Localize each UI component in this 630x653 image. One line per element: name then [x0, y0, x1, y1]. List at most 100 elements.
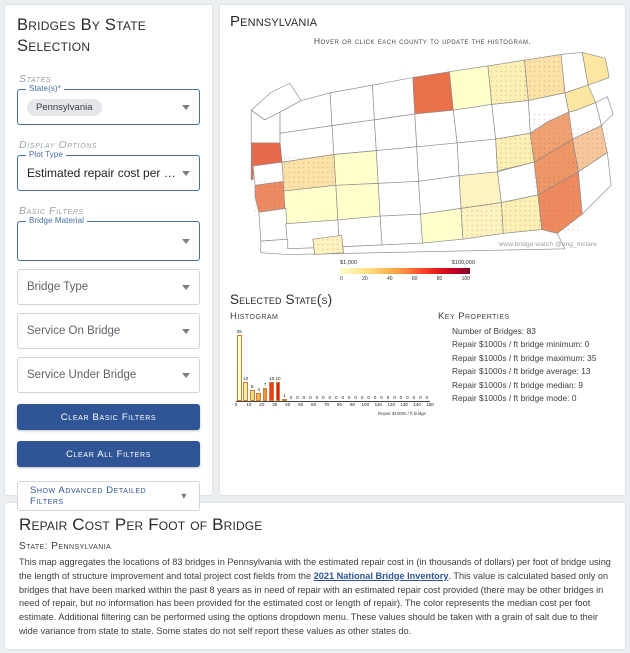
colorbar-right-label: $100,000 — [451, 260, 475, 266]
histogram-x-tick: 120 — [387, 402, 396, 407]
colorbar-left-label: $1,000 — [340, 260, 358, 266]
map-watermark: www.bridge.watch @eng_mclare — [498, 241, 597, 248]
histogram-x-tick: 60 — [311, 402, 317, 407]
histogram-bar-value: 10 — [275, 376, 281, 382]
histogram-bar[interactable] — [256, 393, 261, 401]
histogram-x-tick: 50 — [298, 402, 304, 407]
histogram-bar-value: 0 — [289, 394, 293, 400]
show-advanced-filters-button[interactable]: Show Advanced Detailed Filters ▾ — [17, 481, 200, 512]
histogram-x-tick: 80 — [336, 402, 343, 407]
histogram-bar[interactable] — [262, 387, 268, 401]
map-title: Pennsylvania — [230, 13, 318, 30]
histogram-bar[interactable] — [249, 389, 255, 401]
chevron-down-icon[interactable] — [182, 104, 190, 110]
histogram-bar-slot: 0 — [424, 324, 430, 401]
clear-all-filters-button[interactable]: Clear All Filters — [17, 441, 200, 468]
plot-type-select[interactable]: Plot Type Estimated repair cost per foot… — [17, 150, 200, 192]
chevron-down-icon[interactable] — [182, 170, 190, 176]
histogram-bar-value: 35 — [236, 328, 242, 334]
page-title: Bridges By State Selection — [17, 16, 147, 56]
histogram-x-tick: 0 — [234, 402, 238, 407]
map-subtitle: Hover or click each county to update the… — [313, 36, 532, 46]
description-state-line: State: Pennsylvania — [19, 541, 112, 552]
service-under-bridge-value: Service Under Bridge — [27, 369, 137, 382]
histogram-bar[interactable] — [269, 382, 274, 401]
colorbar-ticks: 0 20 40 60 80 100 — [340, 276, 470, 282]
chevron-down-icon[interactable] — [182, 238, 190, 244]
state-chip-pennsylvania[interactable]: Pennsylvania — [27, 98, 102, 116]
histogram-x-tick: 110 — [374, 402, 382, 407]
histogram-x-axis: 0 10 20 30 40 50 60 70 80 90 100 110 120 130 140 150 — [234, 402, 434, 410]
colorbar-tick: 60 — [411, 276, 418, 282]
histogram-bar-value: 10 — [243, 376, 249, 382]
histogram-bar-value: 0 — [315, 394, 319, 400]
histogram-x-tick: 90 — [349, 402, 355, 407]
states-select[interactable]: State(s)* Pennsylvania — [17, 84, 200, 126]
colorbar-gradient — [340, 268, 470, 274]
histogram-bar-value: 0 — [373, 394, 377, 400]
service-on-bridge-select[interactable]: Service On Bridge — [17, 313, 200, 350]
service-on-bridge-value: Service On Bridge — [27, 325, 121, 338]
histogram-bar-value: 0 — [425, 394, 429, 400]
pennsylvania-county-map[interactable]: www.bridge.watch @eng_mclare — [230, 48, 615, 260]
key-property: Repair $1000s / ft bridge maximum: 35 — [452, 352, 597, 363]
colorbar-tick: 100 — [461, 276, 470, 282]
chevron-down-icon[interactable] — [182, 284, 190, 290]
histogram-bar-value: 6 — [250, 383, 254, 389]
chevron-down-icon[interactable] — [182, 372, 190, 378]
key-property: Repair $1000s / ft bridge mode: 0 — [452, 393, 577, 403]
key-property: Repair $1000s / ft bridge minimum: 0 — [452, 339, 590, 349]
histogram-chart[interactable]: 35 10 6 4 7 10 10 1 0 0 0 0 0 0 0 0 0 0 0 0 0 0 0 0 0 0 0 0 0 0 0 10 20… — [230, 324, 434, 416]
nbi-link[interactable]: 2021 National Bridge Inventory — [314, 571, 449, 581]
histogram-bar[interactable] — [236, 335, 242, 401]
bridge-material-select[interactable]: Bridge Material — [17, 216, 200, 262]
histogram-heading: Histogram — [230, 311, 279, 322]
map-svg[interactable] — [230, 48, 615, 260]
histogram-bar-value: 0 — [328, 394, 332, 400]
histogram-bar[interactable] — [243, 382, 249, 401]
histogram-plot: 35 10 6 4 7 10 10 1 0 0 0 0 0 0 0 0 0 0 0 0 0 0 0 0 0 0 0 0 0 0 — [236, 324, 430, 402]
histogram-x-tick: 70 — [323, 402, 330, 407]
description-title: Repair Cost Per Foot of Bridge — [19, 515, 263, 534]
chevron-down-icon[interactable] — [182, 328, 190, 334]
map-panel: Pennsylvania Hover or click each county … — [219, 4, 626, 496]
colorbar-tick: 20 — [362, 276, 368, 282]
histogram-bar-value: 0 — [386, 394, 390, 400]
colorbar-tick: 40 — [386, 276, 393, 282]
map-colorbar: $1,000 $100,000 0 20 40 60 80 100 — [340, 260, 475, 290]
histogram-column: Histogram 35 10 6 4 7 10 10 1 0 0 0 0 0 0 0 0 0 0 0 0 0 0 0 0 0 0… — [230, 311, 434, 416]
histogram-x-tick: 10 — [246, 402, 252, 407]
histogram-bar-value: 0 — [354, 394, 357, 400]
bridge-type-select[interactable]: Bridge Type — [17, 269, 200, 306]
histogram-bar-value: 0 — [399, 394, 403, 400]
histogram-bar-value: 0 — [360, 394, 364, 400]
colorbar-tick: 80 — [436, 276, 443, 282]
histogram-x-tick: 40 — [285, 402, 291, 407]
histogram-bar[interactable] — [282, 399, 287, 401]
app-root: Bridges By State Selection States State(… — [0, 0, 630, 653]
histogram-bar-value: 0 — [419, 394, 422, 400]
description-card: Repair Cost Per Foot of Bridge State: Pe… — [4, 502, 626, 650]
chevron-down-icon: ▾ — [181, 490, 187, 502]
histogram-x-tick: 150 — [426, 402, 434, 407]
histogram-bar-value: 0 — [296, 394, 299, 400]
key-property: Repair $1000s / ft bridge median: 9 — [452, 379, 584, 390]
key-property: Number of Bridges: 83 — [452, 325, 536, 336]
histogram-bar-value: 0 — [347, 394, 351, 400]
bridge-type-value: Bridge Type — [27, 281, 89, 294]
plot-type-value: Estimated repair cost per foot of bri... — [27, 166, 176, 181]
colorbar-tick: 0 — [340, 276, 343, 282]
key-properties-heading: Key Properties — [438, 311, 510, 322]
histogram-bar-value: 0 — [412, 394, 416, 400]
service-under-bridge-select[interactable]: Service Under Bridge — [17, 357, 200, 394]
histogram-bar[interactable] — [275, 382, 281, 401]
histogram-bar-value: 0 — [380, 394, 383, 400]
histogram-bar-value: 0 — [322, 394, 325, 400]
histogram-bars: 35 10 6 4 7 10 10 1 0 0 0 0 0 0 0 0 0 0 0 0 0 0 0 0 0 0 0 0 0 0 — [236, 324, 430, 401]
plot-type-legend: Plot Type — [26, 150, 66, 160]
bridge-material-legend: Bridge Material — [26, 216, 88, 226]
selected-states-title: Selected State(s) — [230, 292, 333, 307]
selected-states-row: Histogram 35 10 6 4 7 10 10 1 0 0 0 0 0 0 0 0 0 0 0 0 0 0 0 0 0 0… — [230, 311, 615, 416]
histogram-bar-value: 7 — [263, 381, 267, 387]
clear-basic-filters-button[interactable]: Clear Basic Filters — [17, 404, 200, 431]
